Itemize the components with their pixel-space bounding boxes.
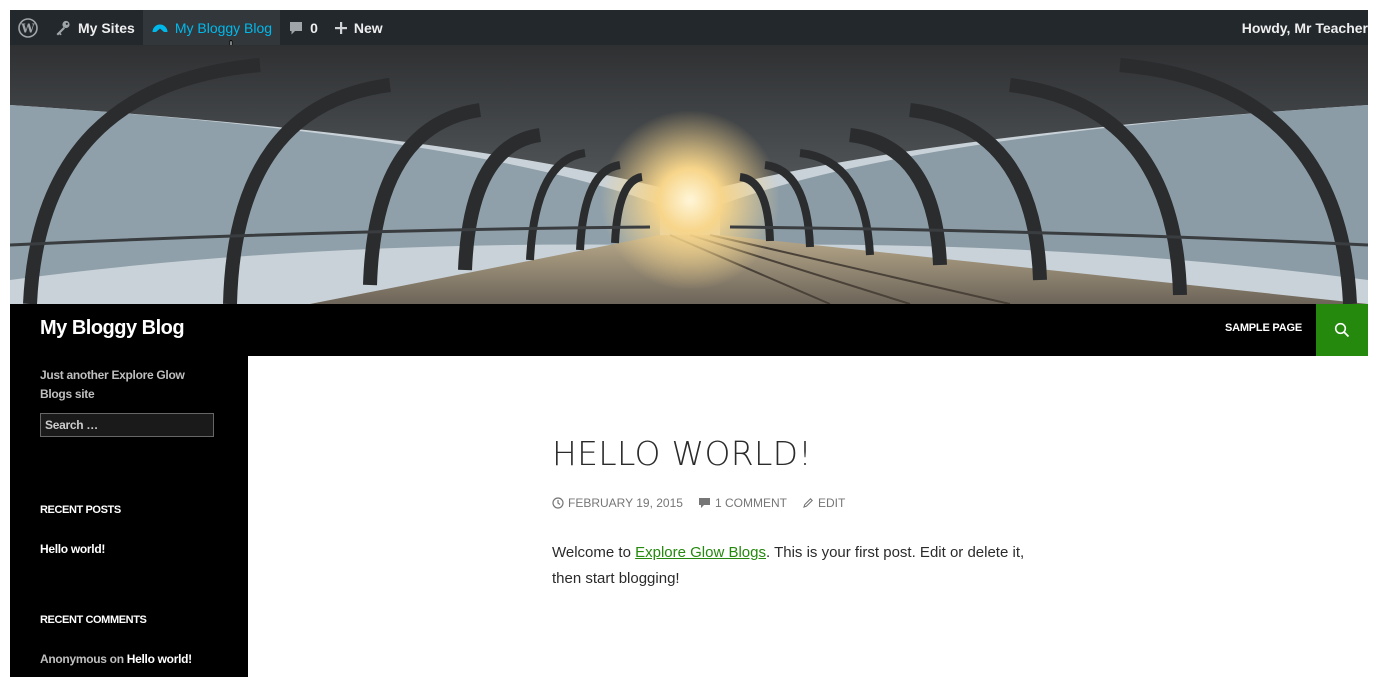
- comments-count: 0: [310, 19, 318, 36]
- browser-viewport: W My Sites My Bloggy Blog 0 New Howdy, M…: [10, 10, 1368, 677]
- site-title[interactable]: My Bloggy Blog: [40, 317, 185, 340]
- recent-comment-item: Anonymous on Hello world!: [40, 652, 192, 666]
- search-icon: [1334, 322, 1350, 338]
- my-sites-label: My Sites: [78, 19, 135, 36]
- user-account-menu[interactable]: Howdy, Mr Teacher: [1234, 10, 1368, 45]
- post-body: Welcome to Explore Glow Blogs. This is y…: [552, 540, 1032, 592]
- clock-icon: [552, 497, 564, 509]
- post-edit-label: EDIT: [817, 496, 846, 510]
- key-icon: [56, 20, 70, 35]
- post-comments-link[interactable]: 1 COMMENT: [698, 496, 787, 510]
- comment-post-link[interactable]: Hello world!: [127, 652, 192, 666]
- plus-icon: [334, 21, 347, 34]
- dashboard-gauge-icon: [152, 24, 168, 33]
- explore-glow-blogs-link[interactable]: Explore Glow Blogs: [635, 544, 766, 561]
- sidebar: Just another Explore Glow Blogs site Sea…: [10, 356, 248, 677]
- recent-comments-title: RECENT COMMENTS: [40, 614, 147, 626]
- post-meta: FEBRUARY 19, 2015 1 COMMENT EDIT: [552, 496, 860, 510]
- post-date-link[interactable]: FEBRUARY 19, 2015: [552, 496, 683, 510]
- site-name-label: My Bloggy Blog: [174, 19, 273, 36]
- new-content-menu[interactable]: New: [326, 10, 391, 45]
- sidebar-search-input[interactable]: Search …: [40, 413, 214, 437]
- post-comments-count: 1 COMMENT: [714, 496, 787, 510]
- nav-item-sample-page[interactable]: SAMPLE PAGE: [1225, 322, 1302, 334]
- admin-bar: W My Sites My Bloggy Blog 0 New Howdy, M…: [10, 10, 1368, 45]
- howdy-label: Howdy, Mr Teacher: [1241, 19, 1368, 36]
- header-image[interactable]: [10, 45, 1368, 304]
- comment-icon: [698, 498, 710, 508]
- comment-bubble-icon: [290, 21, 303, 34]
- site-name-menu[interactable]: My Bloggy Blog: [142, 10, 281, 45]
- search-toggle-button[interactable]: [1316, 304, 1368, 356]
- comment-author: Anonymous: [40, 652, 107, 666]
- site-tagline: Just another Explore Glow Blogs site: [40, 368, 185, 401]
- post-edit-link[interactable]: EDIT: [802, 496, 845, 510]
- recent-posts-title: RECENT POSTS: [40, 504, 121, 516]
- main-content: HELLO WORLD! FEBRUARY 19, 2015 1 COMMENT: [248, 356, 1368, 677]
- site-header: My Bloggy Blog SAMPLE PAGE: [10, 304, 1368, 356]
- wordpress-logo-icon[interactable]: W: [10, 10, 46, 45]
- new-label: New: [353, 19, 383, 36]
- pencil-icon: [803, 498, 813, 508]
- comment-connector: on: [106, 652, 127, 666]
- svg-text:W: W: [20, 21, 35, 35]
- recent-post-link[interactable]: Hello world!: [40, 542, 105, 556]
- post-title[interactable]: HELLO WORLD!: [552, 434, 812, 473]
- post-date: FEBRUARY 19, 2015: [568, 496, 683, 510]
- post-body-intro: Welcome to: [552, 544, 636, 561]
- my-sites-menu[interactable]: My Sites: [46, 10, 143, 45]
- comments-menu[interactable]: 0: [280, 10, 326, 45]
